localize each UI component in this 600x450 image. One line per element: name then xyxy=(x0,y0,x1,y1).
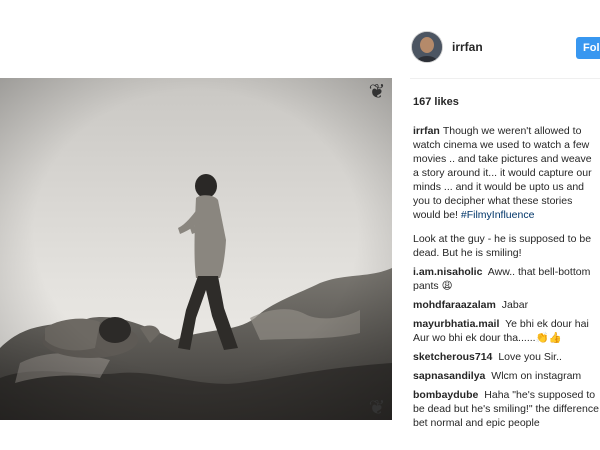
comment-user[interactable]: mohdfaraazalam xyxy=(413,299,496,311)
comment-text: Love you Sir.. xyxy=(498,351,562,363)
comment-text: Look at the guy - he is supposed to be d… xyxy=(413,233,592,259)
divider xyxy=(410,78,600,79)
comment-user[interactable]: sapnasandilya xyxy=(413,370,485,382)
ornament-corner-icon: ❦ xyxy=(368,79,386,103)
list-item: i.am.nisaholic Aww.. that bell-bottom pa… xyxy=(413,265,599,293)
caption: irrfan Though we weren't allowed to watch… xyxy=(413,124,599,222)
hashtag-link[interactable]: #FilmyInfluence xyxy=(461,209,535,221)
post-photo[interactable]: ❦ ❦ xyxy=(0,78,392,420)
comment-text: Jabar xyxy=(501,299,529,311)
likes-count[interactable]: 167 likes xyxy=(413,96,459,108)
username-link[interactable]: irrfan xyxy=(452,40,483,54)
avatar-image xyxy=(412,32,442,62)
comment-user[interactable]: sketcherous714 xyxy=(413,351,492,363)
comment-user[interactable]: bombaydube xyxy=(413,389,478,401)
comment-user[interactable]: mayurbhatia.mail xyxy=(413,318,499,330)
post-side-panel: irrfan Foll 167 likes irrfanThough we we… xyxy=(410,0,600,450)
comments-list: irrfan Though we weren't allowed to watch… xyxy=(413,124,599,435)
ornament-corner-icon: ❦ xyxy=(368,395,386,419)
list-item: sketcherous714 Love you Sir.. xyxy=(413,350,599,364)
list-item: mayurbhatia.mail Ye bhi ek dour hai Aur … xyxy=(413,317,599,345)
avatar[interactable] xyxy=(412,32,442,62)
comment-text: Wlcm on instagram xyxy=(491,370,582,382)
list-item: mohdfaraazalam Jabar xyxy=(413,298,599,312)
comment-user[interactable]: irrfan xyxy=(413,125,440,137)
vintage-photo-illustration xyxy=(0,78,392,420)
list-item: Look at the guy - he is supposed to be d… xyxy=(413,232,599,260)
post-header: irrfan Foll xyxy=(410,32,600,66)
list-item: bombaydube Haha "he's supposed to be dea… xyxy=(413,388,599,430)
comment-user[interactable]: i.am.nisaholic xyxy=(413,266,482,278)
list-item: sapnasandilya Wlcm on instagram xyxy=(413,369,599,383)
follow-button[interactable]: Foll xyxy=(576,37,600,59)
caption-text: Though we weren't allowed to watch cinem… xyxy=(413,125,592,221)
